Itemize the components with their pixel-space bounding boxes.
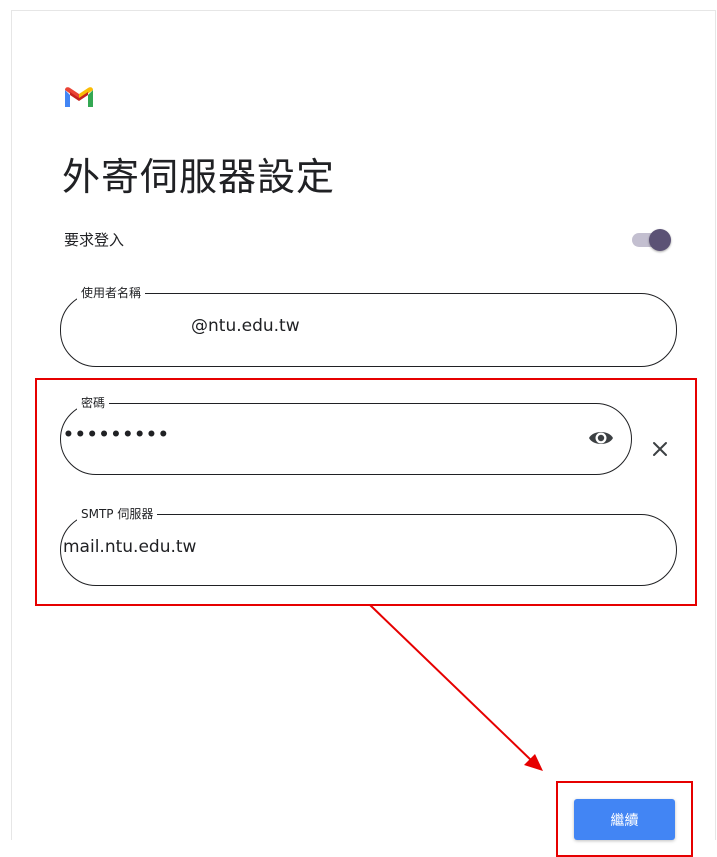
smtp-server-label: SMTP 伺服器	[77, 505, 158, 522]
password-label: 密碼	[77, 394, 110, 411]
smtp-server-value[interactable]: mail.ntu.edu.tw	[63, 537, 543, 557]
username-field[interactable]: 使用者名稱 @ntu.edu.tw	[60, 284, 677, 367]
eye-icon[interactable]	[587, 427, 615, 449]
page-title: 外寄伺服器設定	[62, 155, 336, 199]
password-field[interactable]: 密碼 •••••••••	[60, 394, 632, 475]
login-required-label: 要求登入	[64, 231, 125, 249]
password-value[interactable]: •••••••••	[63, 425, 543, 445]
smtp-server-field[interactable]: SMTP 伺服器 mail.ntu.edu.tw	[60, 505, 677, 586]
gmail-logo-icon	[65, 87, 93, 107]
toggle-thumb	[649, 229, 671, 251]
continue-button[interactable]: 繼續	[574, 799, 675, 840]
close-icon[interactable]	[648, 437, 672, 461]
login-required-toggle[interactable]	[632, 229, 672, 251]
username-value[interactable]: @ntu.edu.tw	[191, 316, 671, 336]
username-label: 使用者名稱	[77, 284, 146, 301]
